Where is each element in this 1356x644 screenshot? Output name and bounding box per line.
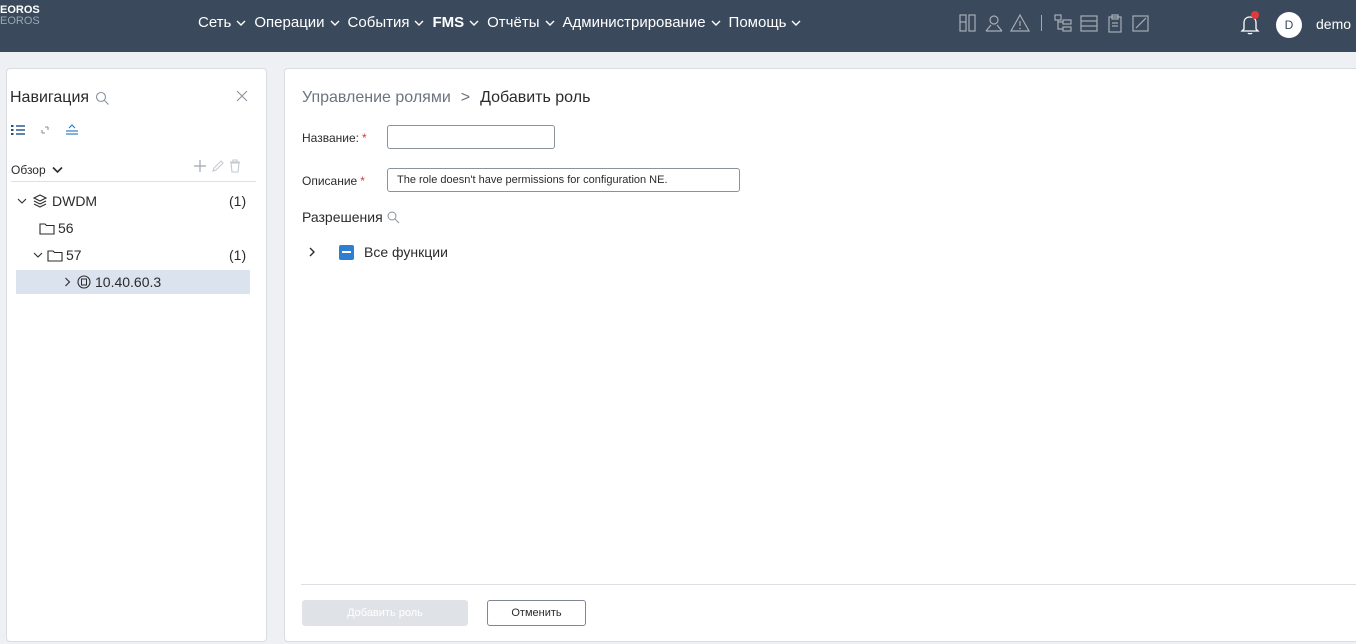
overview-dropdown[interactable]: Обзор (11, 163, 63, 177)
name-label-text: Название: (302, 131, 359, 145)
rack-icon[interactable] (957, 12, 979, 34)
permission-tree-item-all: Все функции (307, 244, 448, 260)
tree-item-dwdm[interactable]: DWDM (1) (17, 189, 257, 213)
menu-label: Операции (254, 14, 325, 31)
topology-icon[interactable] (1052, 12, 1074, 34)
add-role-button[interactable]: Добавить роль (302, 600, 468, 626)
menu-administration[interactable]: Администрирование (563, 14, 721, 31)
username[interactable]: demo (1316, 16, 1351, 32)
menu-label: Администрирование (562, 14, 706, 31)
navigation-divider (11, 181, 256, 182)
avatar[interactable]: D (1276, 12, 1302, 38)
main-content: Управление ролями > Добавить роль Назван… (284, 68, 1356, 642)
permissions-title: Разрешения (302, 209, 383, 225)
tree-item-label: 57 (66, 247, 82, 263)
delete-icon[interactable] (229, 159, 241, 178)
collapse-all-icon[interactable] (65, 123, 79, 141)
name-label: Название: * (302, 131, 367, 145)
permission-label: Все функции (364, 244, 448, 260)
name-input[interactable] (387, 125, 555, 149)
permissions-header: Разрешения (302, 209, 400, 225)
clipboard-icon[interactable] (1104, 12, 1126, 34)
breadcrumb: Управление ролями > Добавить роль (302, 89, 590, 107)
menu-operations[interactable]: Операции (254, 14, 340, 31)
toolbar-icons (957, 12, 1156, 34)
chevron-down-icon (330, 20, 340, 26)
main-menu: Сеть Операции События FMS Отчёты Админис… (198, 14, 809, 31)
network-element-icon (77, 275, 91, 289)
tree-item-10-40-60-3[interactable]: 10.40.60.3 (16, 270, 250, 294)
chevron-down-icon (17, 198, 27, 204)
alarm-triangle-icon[interactable] (1009, 12, 1031, 34)
navigation-toolbar (11, 123, 93, 141)
overview-label: Обзор (11, 163, 46, 177)
list-view-icon[interactable] (11, 123, 25, 141)
tree-item-label: 10.40.60.3 (95, 274, 162, 290)
edit-chart-icon[interactable] (1130, 12, 1152, 34)
page-title: Добавить роль (480, 89, 591, 106)
menu-reports[interactable]: Отчёты (487, 14, 554, 31)
chevron-right-icon[interactable] (307, 246, 317, 258)
chevron-down-icon (791, 20, 801, 26)
menu-label: События (347, 14, 410, 31)
tree-item-count: (1) (229, 247, 247, 263)
required-mark: * (360, 174, 365, 188)
table-icon[interactable] (1078, 12, 1100, 34)
tree-item-57[interactable]: 57 (1) (33, 243, 257, 267)
chevron-down-icon (545, 20, 554, 26)
description-label-text: Описание (302, 174, 358, 188)
description-input[interactable]: The role doesn't have permissions for co… (387, 168, 740, 192)
breadcrumb-separator: > (460, 89, 471, 106)
chevron-down-icon (52, 166, 63, 174)
search-icon[interactable] (95, 91, 110, 106)
chevron-right-icon (65, 277, 71, 287)
tree-item-count: (1) (229, 193, 247, 209)
chevron-down-icon (711, 20, 721, 26)
layers-icon (33, 194, 47, 208)
permission-checkbox-indeterminate[interactable] (339, 244, 354, 260)
menu-fms[interactable]: FMS (432, 14, 479, 31)
folder-icon (39, 222, 55, 235)
top-bar: EOROS EOROS Сеть Операции События FMS От… (0, 0, 1356, 52)
menu-help[interactable]: Помощь (729, 14, 802, 31)
chevron-down-icon (236, 20, 246, 26)
app-logo[interactable]: EOROS EOROS (0, 5, 40, 27)
menu-events[interactable]: События (348, 14, 425, 31)
tree-item-label: DWDM (52, 193, 98, 209)
chevron-down-icon (469, 20, 479, 26)
overview-actions (193, 159, 245, 178)
footer-divider (301, 584, 1356, 585)
logo-line-2: EOROS (0, 15, 40, 27)
menu-network[interactable]: Сеть (198, 14, 246, 31)
map-pin-icon[interactable] (983, 12, 1005, 34)
navigation-title: Навигация (10, 89, 90, 106)
menu-label: Отчёты (487, 14, 540, 31)
chevron-down-icon (33, 252, 43, 258)
breadcrumb-parent-link[interactable]: Управление ролями (302, 89, 451, 107)
close-icon[interactable] (235, 89, 249, 103)
menu-label: Помощь (728, 14, 787, 31)
menu-label: FMS (432, 14, 465, 31)
notification-badge (1251, 11, 1259, 19)
folder-icon (47, 249, 63, 262)
description-label: Описание * (302, 174, 365, 188)
expand-icon[interactable] (39, 123, 51, 141)
tree-item-label: 56 (58, 220, 74, 236)
required-mark: * (361, 131, 367, 145)
chevron-down-icon (414, 20, 424, 26)
cancel-button[interactable]: Отменить (487, 600, 586, 626)
search-icon[interactable] (387, 211, 400, 224)
add-icon[interactable] (193, 159, 207, 178)
navigation-panel: Навигация Обзор DWDM (1) 56 57 (1) 10.40… (6, 68, 267, 642)
navigation-header: Навигация (10, 89, 110, 107)
menu-label: Сеть (198, 14, 232, 31)
tree-item-56[interactable]: 56 (39, 216, 257, 240)
toolbar-separator (1041, 15, 1042, 31)
edit-icon[interactable] (211, 159, 225, 178)
